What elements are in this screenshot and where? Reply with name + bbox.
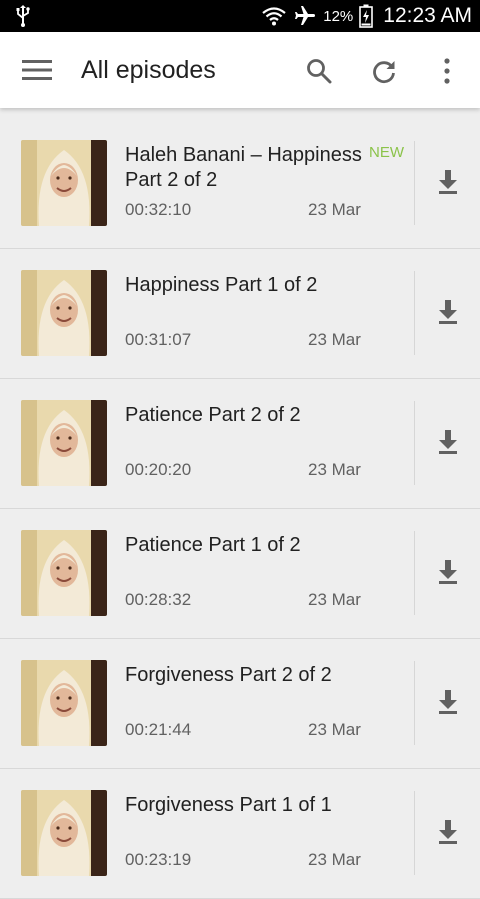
row-divider — [414, 271, 415, 355]
episode-list: Haleh Banani – Happiness Part 2 of 2 NEW… — [0, 119, 480, 899]
episode-thumbnail — [21, 400, 107, 486]
episode-thumbnail — [21, 790, 107, 876]
episode-title: Happiness Part 1 of 2 — [125, 274, 318, 296]
app-toolbar: All episodes — [0, 32, 480, 108]
episode-title: Forgiveness Part 1 of 1 — [125, 794, 332, 816]
airplane-mode-icon — [295, 6, 316, 25]
more-options-icon[interactable] — [437, 56, 457, 86]
episode-date: 23 Mar — [308, 590, 361, 609]
episode-title: Patience Part 2 of 2 — [125, 404, 301, 426]
episode-title: Forgiveness Part 2 of 2 — [125, 664, 332, 686]
episode-duration: 00:21:44 — [125, 720, 192, 739]
row-divider — [414, 791, 415, 875]
battery-percent: 12% — [323, 7, 354, 25]
menu-icon[interactable] — [22, 59, 52, 81]
episode-thumbnail — [21, 140, 107, 226]
episode-row[interactable]: Haleh Banani – Happiness Part 2 of 2 NEW… — [0, 119, 480, 249]
episode-duration: 00:32:10 — [125, 200, 192, 219]
download-icon[interactable] — [437, 299, 459, 325]
episode-date: 23 Mar — [308, 460, 361, 479]
episode-date: 23 Mar — [308, 200, 361, 219]
download-icon[interactable] — [437, 689, 459, 715]
row-divider — [414, 141, 415, 225]
usb-icon — [16, 5, 30, 27]
episode-title: Patience Part 1 of 2 — [125, 534, 301, 556]
row-divider — [414, 401, 415, 485]
episode-row[interactable]: Forgiveness Part 2 of 2 00:21:44 23 Mar — [0, 639, 480, 769]
episode-thumbnail — [21, 660, 107, 746]
status-bar: 12% 12:23 AM — [0, 0, 480, 32]
download-icon[interactable] — [437, 429, 459, 455]
episode-row[interactable]: Patience Part 2 of 2 00:20:20 23 Mar — [0, 379, 480, 509]
clock: 12:23 AM — [383, 4, 472, 27]
episode-row[interactable]: Happiness Part 1 of 2 00:31:07 23 Mar — [0, 249, 480, 379]
episode-duration: 00:28:32 — [125, 590, 192, 609]
episode-date: 23 Mar — [308, 850, 361, 869]
episode-thumbnail — [21, 530, 107, 616]
episode-duration: 00:23:19 — [125, 850, 192, 869]
row-divider — [414, 531, 415, 615]
download-icon[interactable] — [437, 819, 459, 845]
episode-duration: 00:31:07 — [125, 330, 192, 349]
episode-title: Haleh Banani – Happiness Part 2 of 2 — [125, 144, 362, 191]
episode-row[interactable]: Patience Part 1 of 2 00:28:32 23 Mar — [0, 509, 480, 639]
episode-date: 23 Mar — [308, 330, 361, 349]
episode-row[interactable]: Forgiveness Part 1 of 1 00:23:19 23 Mar — [0, 769, 480, 899]
page-title: All episodes — [81, 56, 216, 84]
row-divider — [414, 661, 415, 745]
episode-date: 23 Mar — [308, 720, 361, 739]
episode-thumbnail — [21, 270, 107, 356]
episode-duration: 00:20:20 — [125, 460, 192, 479]
download-icon[interactable] — [437, 559, 459, 585]
download-icon[interactable] — [437, 169, 459, 195]
search-icon[interactable] — [306, 58, 332, 84]
new-badge: NEW — [369, 144, 404, 161]
wifi-icon — [262, 7, 286, 26]
refresh-icon[interactable] — [371, 58, 397, 84]
battery-icon — [359, 4, 374, 28]
